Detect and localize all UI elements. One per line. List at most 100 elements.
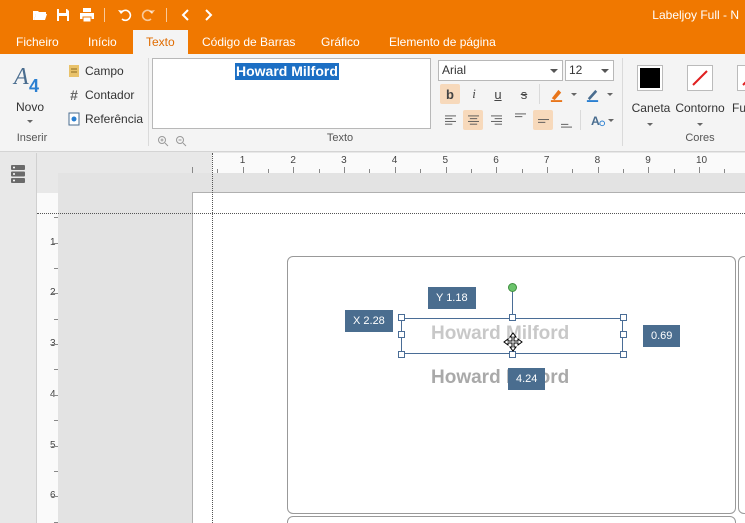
- ruler-tick: [52, 344, 58, 346]
- chevron-down-icon: [550, 69, 558, 73]
- tab-texto[interactable]: Texto: [133, 30, 188, 54]
- ribbon: A 4 Novo Inserir Campo # Contador Referê…: [0, 54, 745, 152]
- align-middle-button[interactable]: [533, 110, 553, 130]
- ruler-tick: [394, 167, 396, 173]
- chevron-down-icon[interactable]: [647, 123, 653, 126]
- resize-handle[interactable]: [509, 351, 516, 358]
- ruler-tick: [54, 318, 58, 320]
- ruler-number: 10: [696, 155, 708, 166]
- print-icon[interactable]: [77, 5, 97, 25]
- position-y-tag: Y 1.18: [428, 287, 476, 309]
- app-title: Labeljoy Full - N: [652, 8, 739, 22]
- separator: [622, 58, 623, 146]
- resize-handle[interactable]: [620, 351, 627, 358]
- chevron-down-icon[interactable]: [27, 120, 33, 123]
- tab-elemento-de-pagina[interactable]: Elemento de página: [376, 30, 509, 54]
- label-card[interactable]: [738, 256, 745, 514]
- tab-grafico[interactable]: Gráfico: [308, 30, 373, 54]
- ruler-tick: [572, 169, 574, 173]
- chevron-down-icon[interactable]: [607, 93, 613, 96]
- caneta-label[interactable]: Caneta: [628, 101, 674, 115]
- zoom-in-icon[interactable]: [157, 135, 169, 147]
- ruler-number: 7: [543, 155, 550, 166]
- undo-icon[interactable]: [115, 5, 135, 25]
- align-bottom-button[interactable]: [556, 112, 576, 132]
- align-center-button[interactable]: [463, 110, 483, 130]
- label-card[interactable]: [287, 516, 736, 523]
- contorno-swatch[interactable]: [687, 65, 713, 91]
- ruler-tick: [52, 394, 58, 396]
- campo-label: Campo: [85, 64, 124, 78]
- ruler-tick: [470, 169, 472, 173]
- rotation-handle[interactable]: [508, 283, 517, 292]
- underline-button[interactable]: u: [488, 84, 508, 104]
- forward-icon[interactable]: [198, 5, 218, 25]
- ruler-tick: [648, 167, 650, 173]
- new-text-icon[interactable]: A 4: [12, 60, 48, 96]
- align-right-button[interactable]: [486, 110, 506, 130]
- zoom-out-icon[interactable]: [175, 135, 187, 147]
- ruler-tick: [344, 167, 346, 173]
- fundo-swatch[interactable]: [737, 65, 745, 91]
- ruler-tick: [192, 167, 193, 173]
- pen-color-icon[interactable]: [582, 84, 602, 104]
- ruler-tick: [597, 167, 599, 173]
- chevron-down-icon[interactable]: [608, 119, 614, 122]
- align-left-button[interactable]: [440, 110, 460, 130]
- tab-inicio[interactable]: Início: [75, 30, 130, 54]
- ruler-tick: [52, 242, 58, 244]
- strikethrough-button[interactable]: s: [514, 84, 534, 104]
- ruler-tick: [268, 169, 270, 173]
- highlight-color-icon[interactable]: [546, 84, 566, 104]
- tab-ficheiro[interactable]: Ficheiro: [3, 30, 72, 54]
- fundo-label[interactable]: Fu: [732, 101, 745, 115]
- resize-handle[interactable]: [620, 314, 627, 321]
- group-label-texto: Texto: [326, 132, 354, 144]
- resize-handle[interactable]: [398, 314, 405, 321]
- position-x-tag: X 2.28: [345, 310, 393, 332]
- separator: [148, 58, 149, 146]
- italic-button[interactable]: i: [464, 84, 484, 104]
- width-tag: 4.24: [508, 368, 546, 390]
- bold-button[interactable]: b: [440, 84, 460, 104]
- text-input[interactable]: Howard Milford: [152, 58, 431, 129]
- open-icon[interactable]: [30, 5, 50, 25]
- ruler-tick: [293, 167, 295, 173]
- ruler-tick: [242, 167, 244, 173]
- caneta-color-fill: [640, 68, 660, 88]
- resize-handle[interactable]: [398, 331, 405, 338]
- resize-handle[interactable]: [398, 351, 405, 358]
- ruler-number: 1: [239, 155, 246, 166]
- ruler-tick: [496, 167, 498, 173]
- chevron-down-icon[interactable]: [571, 93, 577, 96]
- resize-handle[interactable]: [509, 314, 516, 321]
- reference-icon: [67, 112, 81, 126]
- ruler-tick: [673, 169, 675, 173]
- chevron-down-icon[interactable]: [697, 123, 703, 126]
- ruler-tick: [369, 169, 371, 173]
- caneta-swatch[interactable]: [637, 65, 663, 91]
- back-icon[interactable]: [176, 5, 196, 25]
- ruler-number: 9: [645, 155, 651, 166]
- text-effects-icon[interactable]: A: [587, 110, 607, 130]
- align-top-button[interactable]: [510, 108, 530, 128]
- height-tag: 0.69: [643, 325, 681, 347]
- resize-handle[interactable]: [620, 331, 627, 338]
- campo-button[interactable]: Campo: [67, 61, 124, 81]
- hash-icon: #: [70, 87, 78, 103]
- contador-button[interactable]: # Contador: [67, 85, 134, 105]
- tab-codigo-de-barras[interactable]: Código de Barras: [189, 30, 308, 54]
- font-size-select[interactable]: 12: [565, 60, 614, 81]
- referencia-button[interactable]: Referência: [67, 109, 143, 129]
- ribbon-tabs: Ficheiro Início Texto Código de Barras G…: [0, 30, 745, 54]
- save-icon[interactable]: [53, 5, 73, 25]
- text-object[interactable]: Howard Milford: [431, 367, 569, 389]
- margin-guide-horizontal: [37, 213, 745, 214]
- svg-text:A: A: [12, 64, 29, 90]
- font-family-select[interactable]: Arial: [438, 60, 563, 81]
- contorno-label[interactable]: Contorno: [672, 101, 728, 115]
- ruler-number: 5: [442, 155, 449, 166]
- novo-label[interactable]: Novo: [14, 100, 46, 114]
- redo-icon[interactable]: [138, 5, 158, 25]
- layers-icon[interactable]: [9, 163, 27, 185]
